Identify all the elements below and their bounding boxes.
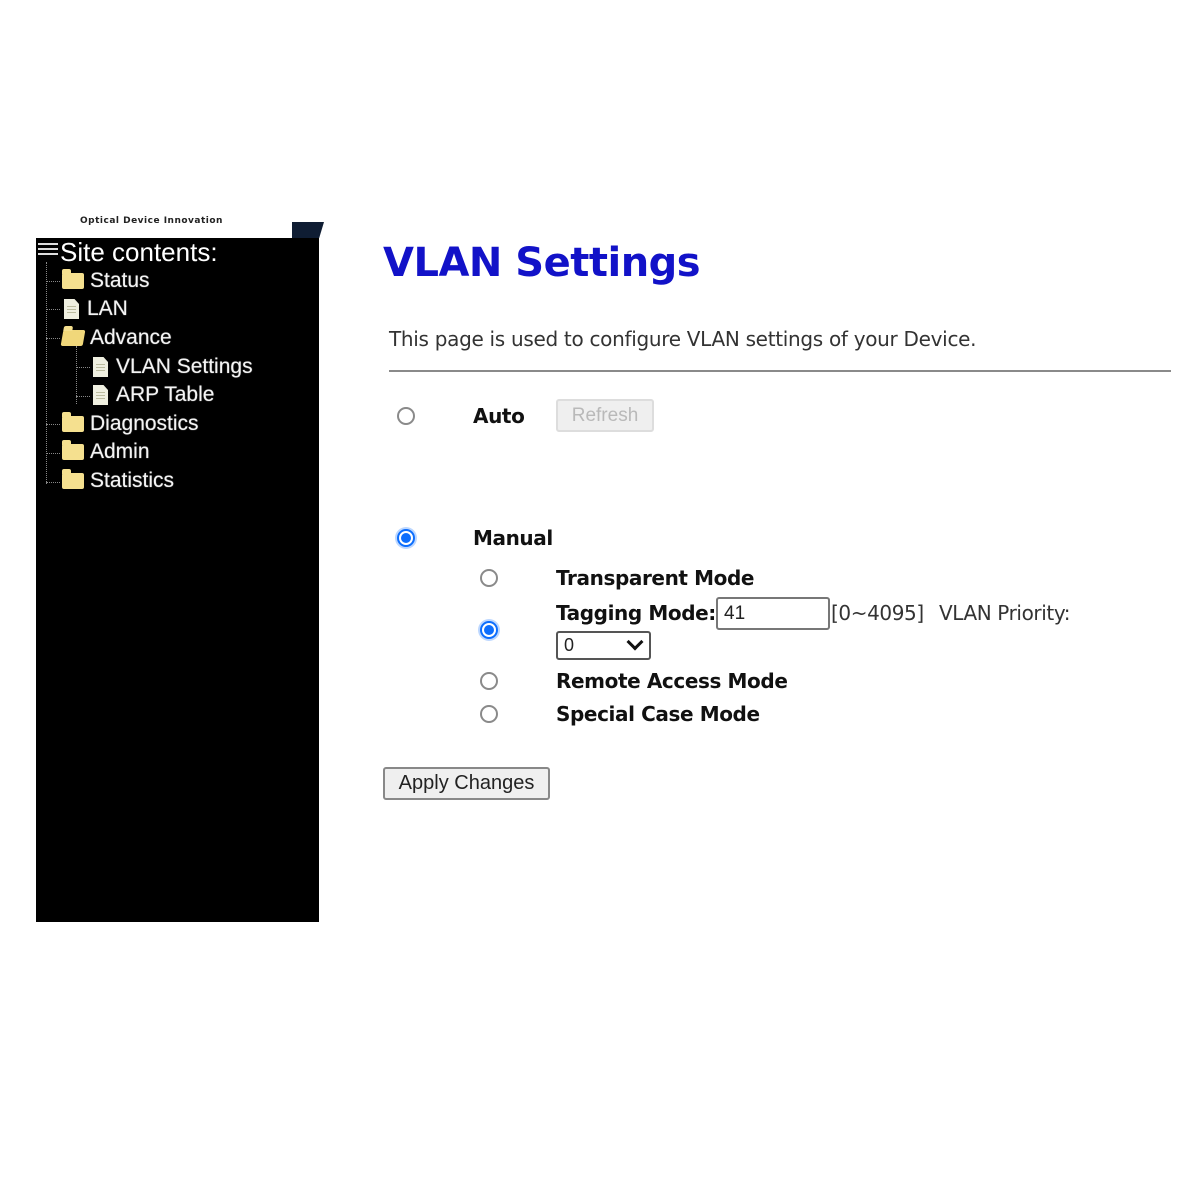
sidebar-item-statistics[interactable]: Statistics [62,467,174,495]
sidebar-item-vlan-settings[interactable]: VLAN Settings [89,353,253,381]
sidebar-item-advance[interactable]: Advance [60,324,172,352]
sidebar-item-admin[interactable]: Admin [62,438,150,466]
tree-connector [46,281,60,282]
sidebar-item-label: Status [90,269,150,292]
sidebar-item-label: Diagnostics [90,412,199,435]
tree-connector [46,262,47,484]
tree-connector [46,309,60,310]
header-corner-decoration [292,222,324,238]
sidebar-item-label: VLAN Settings [116,355,253,378]
logo-text: Optical Device Innovation [80,216,223,226]
tree-connector [46,338,60,339]
vlan-priority-select[interactable]: 0 [556,631,651,660]
logo-strip: Optical Device Innovation [36,212,292,238]
apply-changes-button[interactable]: Apply Changes [383,767,550,800]
transparent-mode-label: Transparent Mode [556,566,755,590]
special-case-mode-label: Special Case Mode [556,702,760,726]
manual-label: Manual [473,526,553,550]
vlan-priority-label: VLAN Priority: [939,601,1071,625]
folder-icon [62,412,84,432]
refresh-button[interactable]: Refresh [556,399,654,432]
chevron-down-icon [626,633,644,651]
folder-icon [62,440,84,460]
folder-icon [62,269,84,289]
sidebar-item-status[interactable]: Status [62,267,150,295]
tree-connector [46,424,60,425]
tree-connector [46,482,60,483]
tree-connector [76,367,90,368]
sidebar-item-diagnostics[interactable]: Diagnostics [62,410,199,438]
tagging-mode-radio[interactable] [480,621,498,639]
tagging-mode-label: Tagging Mode: [556,601,716,625]
sidebar-item-label: Advance [90,326,172,349]
document-icon [93,357,108,377]
page-description: This page is used to configure VLAN sett… [389,327,977,351]
folder-open-icon [60,330,86,346]
vlan-id-range-label: [0~4095] [831,601,924,625]
sidebar-item-arp-table[interactable]: ARP Table [89,381,214,409]
document-icon [93,385,108,405]
special-case-mode-radio[interactable] [480,705,498,723]
sidebar-title: Site contents: [60,237,218,267]
manual-radio[interactable] [397,529,415,547]
document-icon [64,299,79,319]
sidebar-item-label: Admin [90,440,150,463]
vlan-priority-value: 0 [564,635,575,655]
sidebar-item-lan[interactable]: LAN [60,295,128,323]
sidebar-item-label: Statistics [90,469,175,492]
remote-access-mode-label: Remote Access Mode [556,669,788,693]
auto-label: Auto [473,404,525,428]
vlan-id-input[interactable] [716,597,830,630]
transparent-mode-radio[interactable] [480,569,498,587]
tree-connector [76,396,90,397]
auto-radio[interactable] [397,407,415,425]
tree-connector [46,453,60,454]
sidebar-item-label: LAN [87,297,128,320]
sidebar-tree: Site contents: Status LAN Advance VLAN S… [36,238,319,922]
sidebar-item-label: ARP Table [116,383,215,406]
tree-root-icon [38,243,58,259]
folder-icon [62,469,84,489]
page-title: VLAN Settings [383,240,701,286]
divider [389,370,1171,372]
remote-access-mode-radio[interactable] [480,672,498,690]
